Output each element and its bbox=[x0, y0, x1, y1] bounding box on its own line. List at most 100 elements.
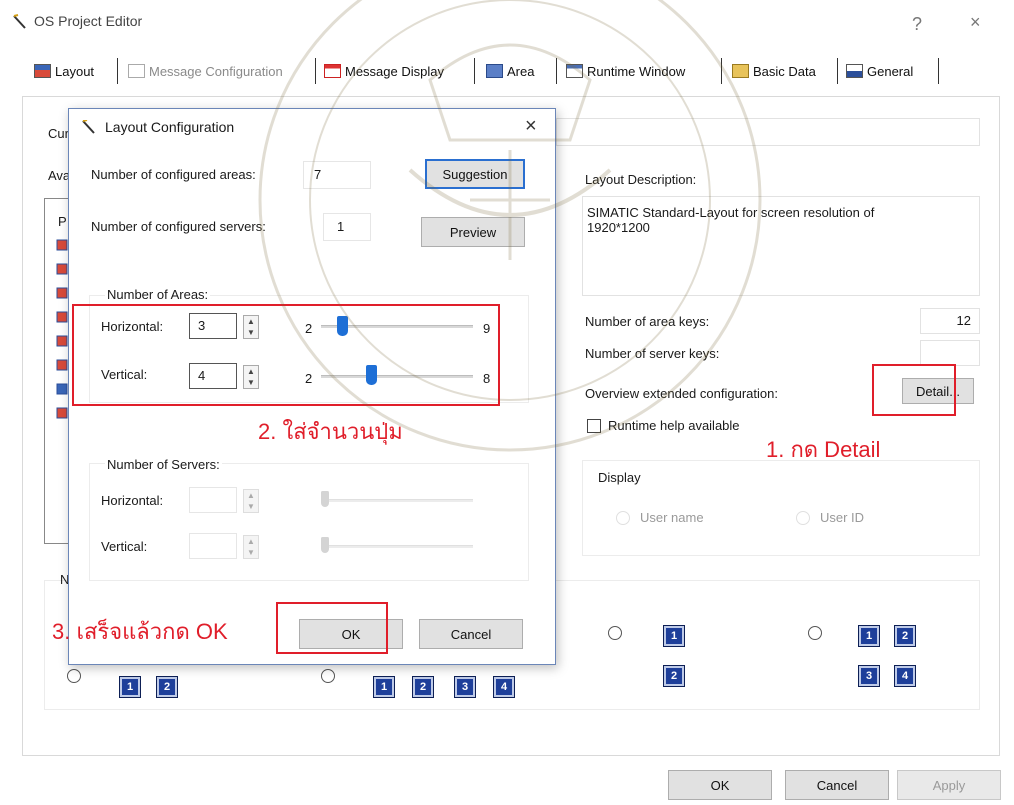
runtime-help-label: Runtime help available bbox=[608, 418, 740, 433]
tab-message-configuration[interactable]: Message Configuration bbox=[128, 58, 283, 84]
servers-vertical-spinner[interactable]: ▲ ▼ bbox=[243, 535, 259, 559]
tab-separator bbox=[556, 58, 557, 84]
areas-group-label: Number of Areas: bbox=[105, 287, 211, 302]
general-icon bbox=[846, 64, 863, 78]
configured-servers-field[interactable]: 1 bbox=[323, 213, 371, 241]
configured-areas-label: Number of configured areas: bbox=[91, 167, 256, 182]
tab-message-configuration-label: Message Configuration bbox=[149, 63, 283, 79]
tab-separator bbox=[474, 58, 475, 84]
runtime-help-checkbox[interactable] bbox=[587, 419, 601, 433]
main-apply-button[interactable]: Apply bbox=[897, 770, 1001, 800]
runtime-window-icon bbox=[566, 64, 583, 78]
servers-vertical-slider-track[interactable] bbox=[321, 545, 473, 548]
servers-vertical-slider-thumb[interactable] bbox=[321, 537, 329, 553]
annotation-box-areas bbox=[72, 304, 500, 406]
tab-separator bbox=[837, 58, 838, 84]
area-button-1: 1 bbox=[374, 677, 394, 697]
area-button-1: 1 bbox=[120, 677, 140, 697]
configured-areas-value: 7 bbox=[314, 167, 322, 182]
tab-runtime-window-label: Runtime Window bbox=[587, 63, 686, 79]
area-keys-value: 12 bbox=[956, 313, 971, 328]
tab-message-display[interactable]: Message Display bbox=[324, 58, 444, 84]
configured-areas-field[interactable]: 7 bbox=[303, 161, 371, 189]
server-keys-field[interactable] bbox=[920, 340, 980, 366]
spin-down-icon[interactable]: ▼ bbox=[244, 501, 258, 512]
basic-data-icon bbox=[732, 64, 749, 78]
area-button-3: 3 bbox=[455, 677, 475, 697]
area-button-2: 2 bbox=[413, 677, 433, 697]
overview-layout-1-radio[interactable] bbox=[67, 669, 81, 683]
area-button-4: 4 bbox=[494, 677, 514, 697]
tab-area-label: Area bbox=[507, 63, 535, 79]
area-button-1: 1 bbox=[859, 626, 879, 646]
dialog-close-button[interactable]: × bbox=[525, 115, 537, 138]
tab-area[interactable]: Area bbox=[486, 58, 534, 84]
servers-horizontal-slider-track[interactable] bbox=[321, 499, 473, 502]
configured-servers-label: Number of configured servers: bbox=[91, 219, 266, 234]
server-keys-value bbox=[921, 341, 979, 345]
close-button[interactable]: × bbox=[970, 12, 981, 33]
suggestion-button[interactable]: Suggestion bbox=[425, 159, 525, 189]
spin-down-icon[interactable]: ▼ bbox=[244, 547, 258, 558]
message-config-icon bbox=[128, 64, 145, 78]
area-keys-field[interactable]: 12 bbox=[920, 308, 980, 334]
annotation-step3: 3. เสร็จแล้วกด OK bbox=[52, 619, 228, 644]
display-group-label: Display bbox=[598, 470, 641, 485]
annotation-box-detail bbox=[872, 364, 956, 416]
area-button-1: 1 bbox=[664, 626, 684, 646]
overview-layout-2-radio[interactable] bbox=[321, 669, 335, 683]
servers-horizontal-slider-thumb[interactable] bbox=[321, 491, 329, 507]
message-display-icon bbox=[324, 64, 341, 78]
servers-vertical-input[interactable] bbox=[189, 533, 237, 559]
servers-group bbox=[89, 463, 529, 581]
layout-description-label: Layout Description: bbox=[585, 172, 697, 187]
tab-separator bbox=[117, 58, 118, 84]
user-id-label: User ID bbox=[820, 510, 865, 525]
user-id-radio[interactable] bbox=[796, 511, 810, 525]
current-layout-label: Cur bbox=[48, 126, 69, 141]
tab-separator bbox=[721, 58, 722, 84]
dialog-icon bbox=[82, 119, 96, 134]
tab-separator bbox=[315, 58, 316, 84]
area-button-4: 4 bbox=[895, 666, 915, 686]
help-button[interactable]: ? bbox=[912, 14, 922, 35]
area-icon bbox=[486, 64, 503, 78]
servers-horizontal-input[interactable] bbox=[189, 487, 237, 513]
tab-general[interactable]: General bbox=[846, 58, 913, 84]
servers-group-label: Number of Servers: bbox=[105, 457, 222, 472]
dialog-title: Layout Configuration bbox=[105, 119, 235, 135]
servers-horizontal-spinner[interactable]: ▲ ▼ bbox=[243, 489, 259, 513]
overview-layout-3-radio[interactable] bbox=[608, 626, 622, 640]
servers-vertical-label: Vertical: bbox=[101, 539, 148, 554]
overview-layout-4-radio[interactable] bbox=[808, 626, 822, 640]
user-name-radio[interactable] bbox=[616, 511, 630, 525]
list-item-icons bbox=[56, 236, 68, 424]
spin-up-icon[interactable]: ▲ bbox=[244, 536, 258, 547]
dialog-cancel-button[interactable]: Cancel bbox=[419, 619, 523, 649]
tab-separator bbox=[938, 58, 939, 84]
servers-horizontal-label: Horizontal: bbox=[101, 493, 164, 508]
layout-description-text: SIMATIC Standard-Layout for screen resol… bbox=[587, 205, 875, 235]
layout-icon bbox=[34, 64, 51, 78]
main-cancel-button[interactable]: Cancel bbox=[785, 770, 889, 800]
area-button-2: 2 bbox=[664, 666, 684, 686]
annotation-step1: 1. กด Detail bbox=[766, 437, 881, 462]
current-layout-field[interactable] bbox=[556, 118, 980, 146]
tab-basic-data[interactable]: Basic Data bbox=[732, 58, 816, 84]
list-header-partial: P bbox=[58, 214, 67, 229]
preview-button[interactable]: Preview bbox=[421, 217, 525, 247]
tab-layout-label: Layout bbox=[55, 63, 95, 79]
tab-layout[interactable]: Layout bbox=[34, 58, 94, 84]
area-button-3: 3 bbox=[859, 666, 879, 686]
overview-extended-label: Overview extended configuration: bbox=[585, 386, 778, 401]
tab-runtime-window[interactable]: Runtime Window bbox=[566, 58, 685, 84]
annotation-step2: 2. ใส่จำนวนปุ่ม bbox=[258, 419, 403, 444]
configured-servers-value: 1 bbox=[337, 219, 345, 234]
tab-basic-data-label: Basic Data bbox=[753, 63, 816, 79]
display-group bbox=[582, 460, 980, 556]
server-keys-label: Number of server keys: bbox=[585, 346, 720, 361]
area-button-2: 2 bbox=[157, 677, 177, 697]
spin-up-icon[interactable]: ▲ bbox=[244, 490, 258, 501]
layout-description-field[interactable]: SIMATIC Standard-Layout for screen resol… bbox=[582, 196, 980, 296]
main-ok-button[interactable]: OK bbox=[668, 770, 772, 800]
